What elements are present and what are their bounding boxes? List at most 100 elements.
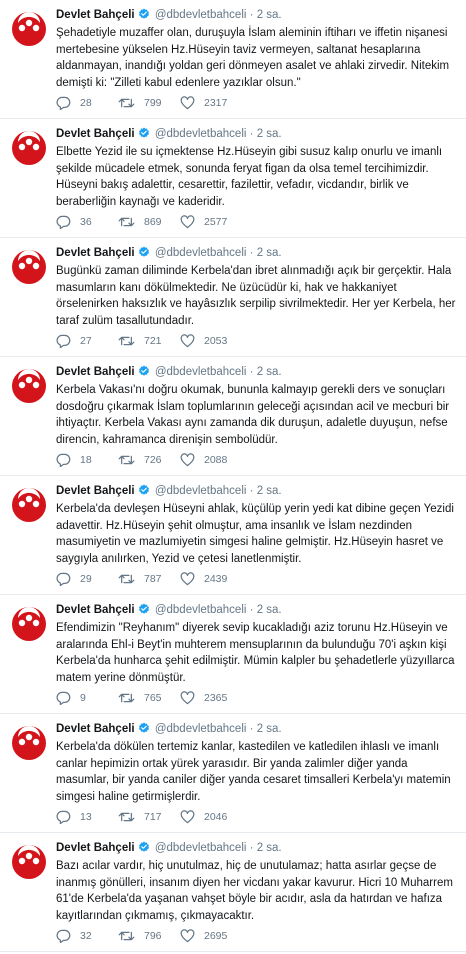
retweet-icon <box>118 336 135 346</box>
like-count: 2365 <box>204 692 228 704</box>
tweet[interactable]: Devlet Bahçeli @dbdevletbahceli · 2 sa. … <box>0 714 466 833</box>
tweet[interactable]: Devlet Bahçeli @dbdevletbahceli · 2 sa. … <box>0 833 466 952</box>
retweet-button[interactable]: 787 <box>118 571 162 587</box>
retweet-count: 796 <box>144 930 162 942</box>
like-button[interactable]: 2695 <box>180 928 227 944</box>
timestamp[interactable]: 2 sa. <box>257 485 282 497</box>
retweet-button[interactable]: 765 <box>118 690 162 706</box>
retweet-button[interactable]: 796 <box>118 928 162 944</box>
reply-button[interactable]: 32 <box>56 928 92 944</box>
avatar[interactable] <box>9 604 49 644</box>
like-button[interactable]: 2046 <box>180 809 227 825</box>
author-handle[interactable]: @dbdevletbahceli <box>155 604 247 616</box>
author-name[interactable]: Devlet Bahçeli <box>56 247 135 259</box>
heart-icon <box>180 572 195 586</box>
tweet-text: Efendimizin "Reyhanım" diyerek sevip kuc… <box>56 622 455 684</box>
tweet-text: Kerbela'da dökülen tertemiz kanlar, kast… <box>56 741 451 803</box>
author-name[interactable]: Devlet Bahçeli <box>56 366 135 378</box>
tweet[interactable]: Devlet Bahçeli @dbdevletbahceli · 2 sa. … <box>0 476 466 595</box>
reply-button[interactable]: 9 <box>56 690 86 706</box>
author-handle[interactable]: @dbdevletbahceli <box>155 247 247 259</box>
author-name[interactable]: Devlet Bahçeli <box>56 842 135 854</box>
tweet-text: Bugünkü zaman diliminde Kerbela'dan ibre… <box>56 265 456 327</box>
retweet-icon <box>118 574 135 584</box>
party-logo-icon <box>9 9 49 49</box>
separator-dot: · <box>249 247 254 259</box>
separator-dot: · <box>249 366 254 378</box>
avatar[interactable] <box>9 9 49 49</box>
party-logo-icon <box>9 128 49 168</box>
tweet[interactable]: Devlet Bahçeli @dbdevletbahceli · 2 sa. … <box>0 119 466 238</box>
author-handle[interactable]: @dbdevletbahceli <box>155 128 247 140</box>
retweet-button[interactable]: 726 <box>118 452 162 468</box>
tweet-text: Kerbela Vakası'nı doğru okumak, bununla … <box>56 384 450 446</box>
retweet-button[interactable]: 869 <box>118 214 162 230</box>
verified-badge-icon <box>138 722 150 739</box>
reply-count: 27 <box>80 335 92 347</box>
timeline-feed: Devlet Bahçeli @dbdevletbahceli · 2 sa. … <box>0 0 466 954</box>
avatar[interactable] <box>9 247 49 287</box>
tweet[interactable]: Devlet Bahçeli @dbdevletbahceli · 2 sa. … <box>0 357 466 476</box>
like-button[interactable]: 2053 <box>180 333 227 349</box>
author-name[interactable]: Devlet Bahçeli <box>56 723 135 735</box>
author-handle[interactable]: @dbdevletbahceli <box>155 366 247 378</box>
retweet-button[interactable]: 717 <box>118 809 162 825</box>
tweet[interactable]: Devlet Bahçeli @dbdevletbahceli · 2 sa. … <box>0 595 466 714</box>
party-logo-icon <box>9 366 49 406</box>
tweet-header: Devlet Bahçeli @dbdevletbahceli · 2 sa. <box>56 722 458 739</box>
timestamp[interactable]: 2 sa. <box>257 247 282 259</box>
author-name[interactable]: Devlet Bahçeli <box>56 128 135 140</box>
tweet-header: Devlet Bahçeli @dbdevletbahceli · 2 sa. <box>56 8 458 25</box>
reply-icon <box>56 453 71 467</box>
reply-icon <box>56 810 71 824</box>
timestamp[interactable]: 2 sa. <box>257 128 282 140</box>
tweet[interactable]: Devlet Bahçeli @dbdevletbahceli · 2 sa. … <box>0 238 466 357</box>
timestamp[interactable]: 2 sa. <box>257 9 282 21</box>
reply-button[interactable]: 29 <box>56 571 92 587</box>
separator-dot: · <box>249 842 254 854</box>
heart-icon <box>180 96 195 110</box>
like-count: 2577 <box>204 216 228 228</box>
reply-button[interactable]: 28 <box>56 95 92 111</box>
verified-badge-icon <box>138 484 150 501</box>
like-button[interactable]: 2577 <box>180 214 227 230</box>
retweet-count: 765 <box>144 692 162 704</box>
avatar[interactable] <box>9 485 49 525</box>
retweet-icon <box>118 812 135 822</box>
reply-button[interactable]: 36 <box>56 214 92 230</box>
tweet[interactable]: Devlet Bahçeli @dbdevletbahceli · 2 sa. … <box>0 0 466 119</box>
reply-count: 28 <box>80 97 92 109</box>
reply-count: 18 <box>80 454 92 466</box>
author-name[interactable]: Devlet Bahçeli <box>56 604 135 616</box>
heart-icon <box>180 215 195 229</box>
author-handle[interactable]: @dbdevletbahceli <box>155 842 247 854</box>
avatar[interactable] <box>9 842 49 882</box>
timestamp[interactable]: 2 sa. <box>257 842 282 854</box>
retweet-button[interactable]: 799 <box>118 95 162 111</box>
tweet-header: Devlet Bahçeli @dbdevletbahceli · 2 sa. <box>56 365 458 382</box>
timestamp[interactable]: 2 sa. <box>257 366 282 378</box>
retweet-button[interactable]: 721 <box>118 333 162 349</box>
separator-dot: · <box>249 723 254 735</box>
timestamp[interactable]: 2 sa. <box>257 723 282 735</box>
heart-icon <box>180 929 195 943</box>
like-count: 2317 <box>204 97 228 109</box>
tweet-text: Şehadetiyle muzaffer olan, duruşuyla İsl… <box>56 27 450 89</box>
author-handle[interactable]: @dbdevletbahceli <box>155 485 247 497</box>
like-button[interactable]: 2439 <box>180 571 227 587</box>
like-button[interactable]: 2317 <box>180 95 227 111</box>
like-button[interactable]: 2365 <box>180 690 227 706</box>
avatar[interactable] <box>9 723 49 763</box>
reply-button[interactable]: 13 <box>56 809 92 825</box>
author-name[interactable]: Devlet Bahçeli <box>56 9 135 21</box>
heart-icon <box>180 810 195 824</box>
author-handle[interactable]: @dbdevletbahceli <box>155 723 247 735</box>
like-button[interactable]: 2088 <box>180 452 227 468</box>
timestamp[interactable]: 2 sa. <box>257 604 282 616</box>
avatar[interactable] <box>9 366 49 406</box>
reply-button[interactable]: 27 <box>56 333 92 349</box>
avatar[interactable] <box>9 128 49 168</box>
reply-button[interactable]: 18 <box>56 452 92 468</box>
author-handle[interactable]: @dbdevletbahceli <box>155 9 247 21</box>
author-name[interactable]: Devlet Bahçeli <box>56 485 135 497</box>
